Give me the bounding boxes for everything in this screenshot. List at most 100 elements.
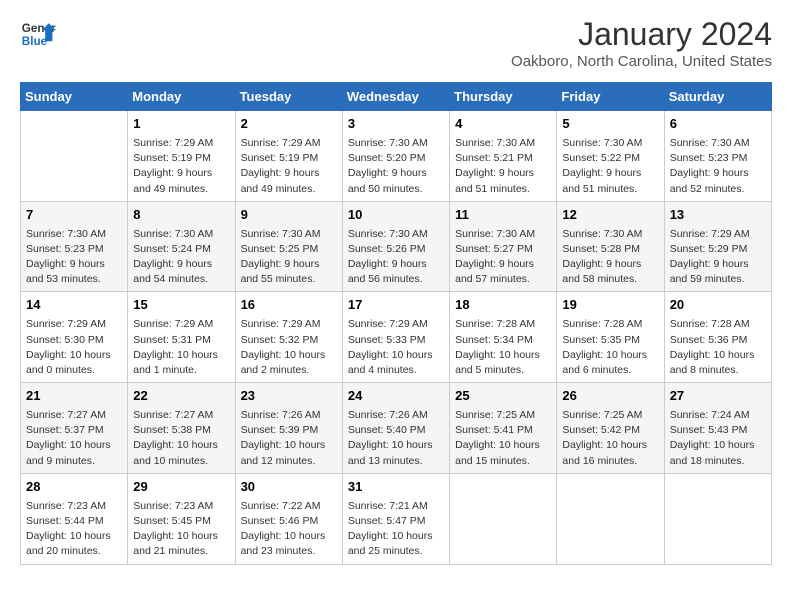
calendar-cell: 28 Sunrise: 7:23 AM Sunset: 5:44 PM Dayli…: [21, 473, 128, 564]
cell-content: Sunrise: 7:29 AM Sunset: 5:19 PM Dayligh…: [241, 136, 337, 197]
cell-content: Sunrise: 7:30 AM Sunset: 5:25 PM Dayligh…: [241, 227, 337, 288]
day-number: 5: [562, 115, 658, 134]
day-number: 30: [241, 478, 337, 497]
cell-content: Sunrise: 7:30 AM Sunset: 5:20 PM Dayligh…: [348, 136, 444, 197]
cell-content: Sunrise: 7:29 AM Sunset: 5:30 PM Dayligh…: [26, 317, 122, 378]
calendar-cell: 6Sunrise: 7:30 AM Sunset: 5:23 PM Daylig…: [664, 111, 771, 202]
calendar-week-row: 14 Sunrise: 7:29 AM Sunset: 5:30 PM Dayli…: [21, 292, 772, 383]
cell-content: Sunrise: 7:30 AM Sunset: 5:24 PM Dayligh…: [133, 227, 229, 288]
calendar-cell: 17 Sunrise: 7:29 AM Sunset: 5:33 PM Dayli…: [342, 292, 449, 383]
header-day-tuesday: Tuesday: [235, 83, 342, 111]
calendar-cell: 1 Sunrise: 7:29 AM Sunset: 5:19 PM Daylig…: [128, 111, 235, 202]
cell-content: Sunrise: 7:28 AM Sunset: 5:35 PM Dayligh…: [562, 317, 658, 378]
calendar-week-row: 7Sunrise: 7:30 AM Sunset: 5:23 PM Daylig…: [21, 201, 772, 292]
day-number: 21: [26, 387, 122, 406]
day-number: 27: [670, 387, 766, 406]
svg-text:Blue: Blue: [22, 35, 48, 48]
calendar-cell: 3 Sunrise: 7:30 AM Sunset: 5:20 PM Daylig…: [342, 111, 449, 202]
calendar-cell: 22 Sunrise: 7:27 AM Sunset: 5:38 PM Dayli…: [128, 383, 235, 474]
calendar-cell: 31Sunrise: 7:21 AM Sunset: 5:47 PM Dayli…: [342, 473, 449, 564]
day-number: 16: [241, 296, 337, 315]
calendar-cell: 27 Sunrise: 7:24 AM Sunset: 5:43 PM Dayli…: [664, 383, 771, 474]
header-day-sunday: Sunday: [21, 83, 128, 111]
cell-content: Sunrise: 7:30 AM Sunset: 5:27 PM Dayligh…: [455, 227, 551, 288]
header-day-monday: Monday: [128, 83, 235, 111]
calendar-cell: 23 Sunrise: 7:26 AM Sunset: 5:39 PM Dayli…: [235, 383, 342, 474]
day-number: 14: [26, 296, 122, 315]
cell-content: Sunrise: 7:29 AM Sunset: 5:33 PM Dayligh…: [348, 317, 444, 378]
cell-content: Sunrise: 7:23 AM Sunset: 5:45 PM Dayligh…: [133, 499, 229, 560]
calendar-cell: [21, 111, 128, 202]
day-number: 12: [562, 206, 658, 225]
cell-content: Sunrise: 7:29 AM Sunset: 5:32 PM Dayligh…: [241, 317, 337, 378]
title-block: January 2024 Oakboro, North Carolina, Un…: [511, 16, 772, 70]
day-number: 11: [455, 206, 551, 225]
cell-content: Sunrise: 7:23 AM Sunset: 5:44 PM Dayligh…: [26, 499, 122, 560]
logo: General Blue: [20, 16, 56, 52]
calendar-cell: 8Sunrise: 7:30 AM Sunset: 5:24 PM Daylig…: [128, 201, 235, 292]
calendar-cell: 19Sunrise: 7:28 AM Sunset: 5:35 PM Dayli…: [557, 292, 664, 383]
day-number: 3: [348, 115, 444, 134]
month-title: January 2024: [511, 16, 772, 53]
day-number: 1: [133, 115, 229, 134]
calendar-cell: 26Sunrise: 7:25 AM Sunset: 5:42 PM Dayli…: [557, 383, 664, 474]
day-number: 18: [455, 296, 551, 315]
day-number: 25: [455, 387, 551, 406]
day-number: 20: [670, 296, 766, 315]
calendar-week-row: 28 Sunrise: 7:23 AM Sunset: 5:44 PM Dayli…: [21, 473, 772, 564]
calendar-table: SundayMondayTuesdayWednesdayThursdayFrid…: [20, 82, 772, 565]
day-number: 23: [241, 387, 337, 406]
calendar-cell: [664, 473, 771, 564]
day-number: 13: [670, 206, 766, 225]
day-number: 17: [348, 296, 444, 315]
calendar-cell: 12Sunrise: 7:30 AM Sunset: 5:28 PM Dayli…: [557, 201, 664, 292]
calendar-cell: 25 Sunrise: 7:25 AM Sunset: 5:41 PM Dayli…: [450, 383, 557, 474]
day-number: 29: [133, 478, 229, 497]
cell-content: Sunrise: 7:28 AM Sunset: 5:36 PM Dayligh…: [670, 317, 766, 378]
cell-content: Sunrise: 7:22 AM Sunset: 5:46 PM Dayligh…: [241, 499, 337, 560]
cell-content: Sunrise: 7:27 AM Sunset: 5:38 PM Dayligh…: [133, 408, 229, 469]
calendar-cell: 30 Sunrise: 7:22 AM Sunset: 5:46 PM Dayli…: [235, 473, 342, 564]
calendar-cell: 7Sunrise: 7:30 AM Sunset: 5:23 PM Daylig…: [21, 201, 128, 292]
calendar-cell: [557, 473, 664, 564]
calendar-cell: 9 Sunrise: 7:30 AM Sunset: 5:25 PM Daylig…: [235, 201, 342, 292]
header-day-thursday: Thursday: [450, 83, 557, 111]
calendar-cell: 5 Sunrise: 7:30 AM Sunset: 5:22 PM Daylig…: [557, 111, 664, 202]
day-number: 10: [348, 206, 444, 225]
calendar-cell: 20 Sunrise: 7:28 AM Sunset: 5:36 PM Dayli…: [664, 292, 771, 383]
calendar-cell: 15 Sunrise: 7:29 AM Sunset: 5:31 PM Dayli…: [128, 292, 235, 383]
cell-content: Sunrise: 7:30 AM Sunset: 5:23 PM Dayligh…: [26, 227, 122, 288]
calendar-cell: 11 Sunrise: 7:30 AM Sunset: 5:27 PM Dayli…: [450, 201, 557, 292]
day-number: 28: [26, 478, 122, 497]
calendar-cell: 18 Sunrise: 7:28 AM Sunset: 5:34 PM Dayli…: [450, 292, 557, 383]
calendar-week-row: 1 Sunrise: 7:29 AM Sunset: 5:19 PM Daylig…: [21, 111, 772, 202]
cell-content: Sunrise: 7:30 AM Sunset: 5:21 PM Dayligh…: [455, 136, 551, 197]
cell-content: Sunrise: 7:30 AM Sunset: 5:22 PM Dayligh…: [562, 136, 658, 197]
cell-content: Sunrise: 7:25 AM Sunset: 5:42 PM Dayligh…: [562, 408, 658, 469]
page-header: General Blue January 2024 Oakboro, North…: [20, 16, 772, 70]
header-day-saturday: Saturday: [664, 83, 771, 111]
calendar-header-row: SundayMondayTuesdayWednesdayThursdayFrid…: [21, 83, 772, 111]
day-number: 31: [348, 478, 444, 497]
calendar-cell: [450, 473, 557, 564]
calendar-cell: 4Sunrise: 7:30 AM Sunset: 5:21 PM Daylig…: [450, 111, 557, 202]
calendar-cell: 21 Sunrise: 7:27 AM Sunset: 5:37 PM Dayli…: [21, 383, 128, 474]
day-number: 9: [241, 206, 337, 225]
cell-content: Sunrise: 7:24 AM Sunset: 5:43 PM Dayligh…: [670, 408, 766, 469]
cell-content: Sunrise: 7:26 AM Sunset: 5:39 PM Dayligh…: [241, 408, 337, 469]
day-number: 22: [133, 387, 229, 406]
day-number: 6: [670, 115, 766, 134]
day-number: 15: [133, 296, 229, 315]
day-number: 24: [348, 387, 444, 406]
cell-content: Sunrise: 7:29 AM Sunset: 5:19 PM Dayligh…: [133, 136, 229, 197]
cell-content: Sunrise: 7:27 AM Sunset: 5:37 PM Dayligh…: [26, 408, 122, 469]
calendar-cell: 29 Sunrise: 7:23 AM Sunset: 5:45 PM Dayli…: [128, 473, 235, 564]
header-day-wednesday: Wednesday: [342, 83, 449, 111]
header-day-friday: Friday: [557, 83, 664, 111]
cell-content: Sunrise: 7:28 AM Sunset: 5:34 PM Dayligh…: [455, 317, 551, 378]
calendar-cell: 2Sunrise: 7:29 AM Sunset: 5:19 PM Daylig…: [235, 111, 342, 202]
cell-content: Sunrise: 7:29 AM Sunset: 5:31 PM Dayligh…: [133, 317, 229, 378]
calendar-cell: 14 Sunrise: 7:29 AM Sunset: 5:30 PM Dayli…: [21, 292, 128, 383]
cell-content: Sunrise: 7:26 AM Sunset: 5:40 PM Dayligh…: [348, 408, 444, 469]
cell-content: Sunrise: 7:25 AM Sunset: 5:41 PM Dayligh…: [455, 408, 551, 469]
